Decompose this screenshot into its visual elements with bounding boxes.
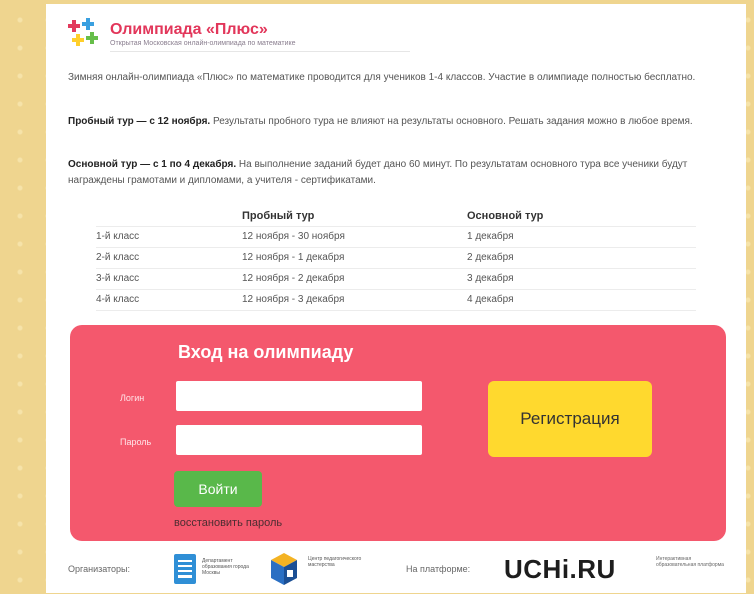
header-divider [110, 51, 410, 52]
plus-logo-icon [68, 18, 98, 46]
site-title: Олимпиада «Плюс» [110, 21, 268, 38]
table-row: 1-й класс 12 ноября - 30 ноября 1 декабр… [96, 227, 696, 248]
footer: Организаторы: Департамент образования го… [46, 550, 746, 594]
org1-name: Департамент образования города Москвы [202, 558, 249, 576]
class-cell: 1-й класс [96, 231, 140, 242]
login-input[interactable] [176, 381, 422, 411]
table-row: 3-й класс 12 ноября - 2 декабря 3 декабр… [96, 269, 696, 290]
intro-paragraph: Зимняя онлайн-олимпиада «Плюс» по матема… [68, 72, 696, 83]
trial-date-cell: 12 ноября - 30 ноября [242, 231, 345, 242]
department-education-icon [174, 554, 196, 584]
restore-password-link[interactable]: восстановить пароль [174, 517, 282, 529]
cube-icon [271, 553, 297, 585]
trial-tour-heading: Пробный тур — с 12 ноября. [68, 116, 211, 127]
login-title: Вход на олимпиаду [178, 342, 354, 362]
header-cell-trial: Пробный тур [242, 210, 315, 222]
main-date-cell: 4 декабря [467, 294, 514, 305]
trial-date-cell: 12 ноября - 2 декабря [242, 273, 345, 284]
main-date-cell: 2 декабря [467, 252, 514, 263]
main-tour-heading: Основной тур — с 1 по 4 декабря. [68, 159, 237, 170]
trial-date-cell: 12 ноября - 3 декабря [242, 294, 345, 305]
class-cell: 2-й класс [96, 252, 140, 263]
table-row: 4-й класс 12 ноября - 3 декабря 4 декабр… [96, 290, 696, 311]
login-button[interactable]: Войти [174, 471, 262, 507]
trial-tour-paragraph: Пробный тур — с 12 ноября. Результаты пр… [68, 114, 708, 130]
organizers-label: Организаторы: [68, 564, 131, 574]
password-label: Пароль [120, 437, 152, 447]
org2-name: Центр педагогического мастерства [308, 556, 362, 568]
platform-note: Интерактивная образовательная платформа [656, 556, 724, 568]
login-label: Логин [120, 393, 145, 403]
class-cell: 4-й класс [96, 294, 140, 305]
main-date-cell: 3 декабря [467, 273, 514, 284]
site-subtitle: Открытая Московская онлайн-олимпиада по … [110, 40, 296, 47]
trial-tour-text: Результаты пробного тура не влияют на ре… [210, 116, 693, 127]
main-date-cell: 1 декабря [467, 231, 514, 242]
password-input[interactable] [176, 425, 422, 455]
table-row: 2-й класс 12 ноября - 1 декабря 2 декабр… [96, 248, 696, 269]
schedule-header-row: Пробный тур Основной тур [96, 206, 696, 227]
header-cell-main: Основной тур [467, 210, 544, 222]
register-button[interactable]: Регистрация [488, 381, 652, 457]
header: Олимпиада «Плюс» Открытая Московская онл… [68, 18, 708, 52]
page: Олимпиада «Плюс» Открытая Московская онл… [46, 4, 746, 593]
platform-label: На платформе: [406, 564, 471, 574]
trial-date-cell: 12 ноября - 1 декабря [242, 252, 345, 263]
uchi-logo[interactable]: UCHi.RU [504, 554, 616, 585]
schedule-table: Пробный тур Основной тур 1-й класс 12 но… [96, 206, 696, 311]
class-cell: 3-й класс [96, 273, 140, 284]
login-panel: Вход на олимпиаду Логин Пароль Войти вос… [70, 325, 726, 541]
main-tour-paragraph: Основной тур — с 1 по 4 декабря. На выпо… [68, 157, 708, 189]
